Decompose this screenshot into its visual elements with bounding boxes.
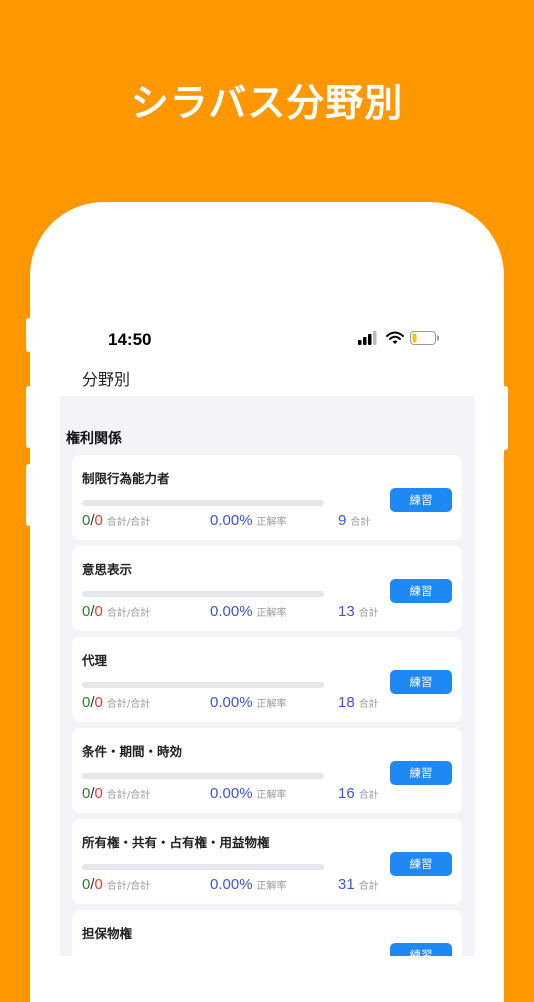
practice-button[interactable]: 練習 bbox=[390, 579, 452, 603]
question-total: 13 合計 bbox=[338, 603, 379, 620]
status-time: 14:50 bbox=[108, 330, 152, 349]
accuracy-value: 0.00% bbox=[210, 603, 253, 620]
category-card: 所有権・共有・占有権・用益物権 0/0 合計/合計 0.00% 正解率 31 合計 練… bbox=[72, 819, 462, 904]
progress-bar bbox=[82, 500, 324, 506]
card-title: 代理 bbox=[82, 653, 108, 668]
card-title: 制限行為能力者 bbox=[82, 471, 170, 486]
total-unit: 合計 bbox=[358, 608, 379, 619]
total-unit: 合計 bbox=[358, 699, 379, 710]
accuracy: 0.00% 正解率 bbox=[210, 785, 287, 802]
rate-unit: 正解率 bbox=[256, 881, 287, 892]
accuracy-value: 0.00% bbox=[210, 512, 253, 529]
content-area[interactable]: 権利関係 制限行為能力者 0/0 合計/合計 0.00% 正解率 9 合計 練習 意思… bbox=[60, 396, 475, 956]
category-card: 意思表示 0/0 合計/合計 0.00% 正解率 13 合計 練習 bbox=[72, 546, 462, 631]
card-title: 所有権・共有・占有権・用益物権 bbox=[82, 835, 270, 850]
practice-button[interactable]: 練習 bbox=[390, 670, 452, 694]
total-value: 13 bbox=[338, 603, 355, 620]
section-title: 権利関係 bbox=[66, 431, 122, 447]
status-icons bbox=[358, 331, 440, 345]
total-unit: 合計 bbox=[358, 881, 379, 892]
question-total: 18 合計 bbox=[338, 694, 379, 711]
wrong-count: 0 bbox=[94, 785, 103, 802]
practice-button[interactable]: 練習 bbox=[390, 761, 452, 785]
accuracy-value: 0.00% bbox=[210, 694, 253, 711]
total-value: 9 bbox=[338, 512, 347, 529]
accuracy-value: 0.00% bbox=[210, 785, 253, 802]
card-title: 意思表示 bbox=[82, 562, 133, 577]
practice-button[interactable]: 練習 bbox=[390, 488, 452, 512]
wrong-count: 0 bbox=[94, 512, 103, 529]
wrong-count: 0 bbox=[94, 876, 103, 893]
total-value: 31 bbox=[338, 876, 355, 893]
rate-unit: 正解率 bbox=[256, 790, 287, 801]
rate-unit: 正解率 bbox=[256, 517, 287, 528]
progress-bar bbox=[82, 773, 324, 779]
score: 0/0 合計/合計 bbox=[82, 512, 151, 529]
category-card: 制限行為能力者 0/0 合計/合計 0.00% 正解率 9 合計 練習 bbox=[72, 455, 462, 540]
progress-bar bbox=[82, 591, 324, 597]
question-total: 16 合計 bbox=[338, 785, 379, 802]
category-card: 代理 0/0 合計/合計 0.00% 正解率 18 合計 練習 bbox=[72, 637, 462, 722]
nav-title: 分野別 bbox=[82, 370, 131, 389]
count-unit: 合計/合計 bbox=[106, 517, 151, 528]
accuracy: 0.00% 正解率 bbox=[210, 876, 287, 893]
count-unit: 合計/合計 bbox=[106, 881, 151, 892]
count-unit: 合計/合計 bbox=[106, 699, 151, 710]
question-total: 31 合計 bbox=[338, 876, 379, 893]
card-title: 担保物権 bbox=[82, 926, 133, 941]
progress-bar bbox=[82, 864, 324, 870]
cellular-signal-icon bbox=[358, 331, 377, 345]
category-card: 条件・期間・時効 0/0 合計/合計 0.00% 正解率 16 合計 練習 bbox=[72, 728, 462, 813]
progress-bar bbox=[82, 682, 324, 688]
practice-button[interactable]: 練習 bbox=[390, 852, 452, 876]
wrong-count: 0 bbox=[94, 694, 103, 711]
score: 0/0 合計/合計 bbox=[82, 603, 151, 620]
total-value: 16 bbox=[338, 785, 355, 802]
score: 0/0 合計/合計 bbox=[82, 785, 151, 802]
count-unit: 合計/合計 bbox=[106, 790, 151, 801]
rate-unit: 正解率 bbox=[256, 608, 287, 619]
accuracy: 0.00% 正解率 bbox=[210, 694, 287, 711]
count-unit: 合計/合計 bbox=[106, 608, 151, 619]
wrong-count: 0 bbox=[94, 603, 103, 620]
battery-icon bbox=[410, 331, 439, 345]
accuracy: 0.00% 正解率 bbox=[210, 512, 287, 529]
score: 0/0 合計/合計 bbox=[82, 694, 151, 711]
wifi-icon bbox=[386, 331, 404, 344]
headline: シラバス分野別 bbox=[130, 81, 404, 125]
total-value: 18 bbox=[338, 694, 355, 711]
total-unit: 合計 bbox=[358, 790, 379, 801]
question-total: 9 合計 bbox=[338, 512, 370, 529]
card-title: 条件・期間・時効 bbox=[82, 744, 183, 759]
accuracy-value: 0.00% bbox=[210, 876, 253, 893]
score: 0/0 合計/合計 bbox=[82, 876, 151, 893]
accuracy: 0.00% 正解率 bbox=[210, 603, 287, 620]
total-unit: 合計 bbox=[350, 517, 371, 528]
category-card: 担保物権 練習 bbox=[72, 910, 462, 956]
rate-unit: 正解率 bbox=[256, 699, 287, 710]
